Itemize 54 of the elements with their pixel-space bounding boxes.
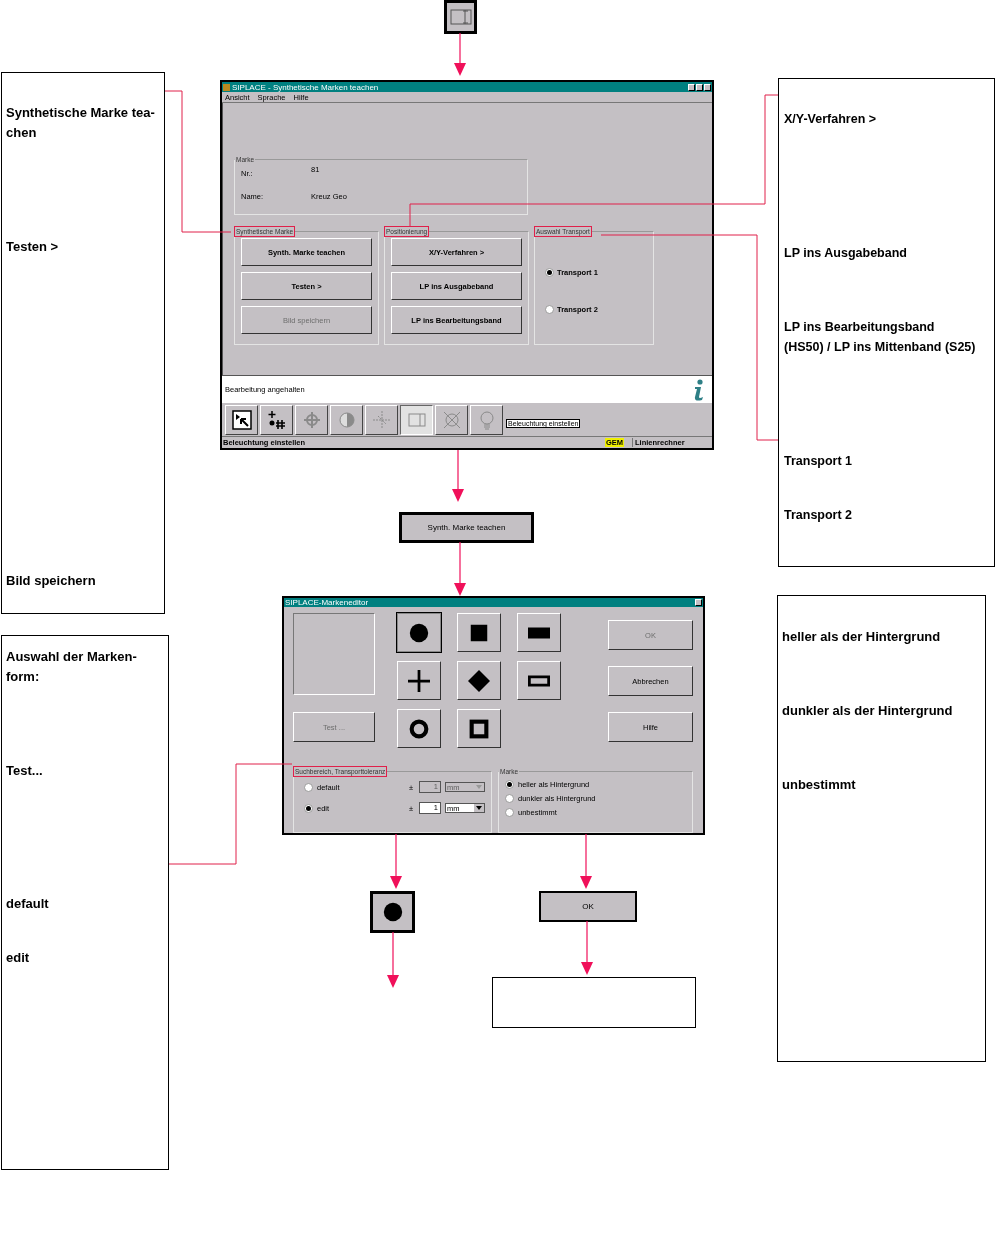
shade-icon — [336, 409, 357, 430]
flow-arrow — [387, 931, 399, 988]
dropdown-arrow-icon — [476, 806, 482, 810]
radio-button[interactable] — [304, 803, 313, 813]
frame-icon — [449, 9, 472, 25]
note-text: default — [6, 895, 50, 913]
maximize-button[interactable] — [696, 83, 703, 91]
note-text: LP ins Ausgabeband — [784, 245, 908, 262]
note-text: Bild speichern — [6, 572, 97, 590]
plus-shape-icon — [408, 669, 430, 692]
circle-shape-icon — [408, 621, 430, 644]
ring-shape-icon — [408, 717, 430, 740]
ok-button[interactable]: OK — [539, 891, 637, 922]
app-icon — [223, 83, 230, 91]
flow-arrow — [452, 449, 464, 502]
note-text: LP ins Bearbeitungsband (HS50) / LP ins Mittenband (S25) — [784, 319, 977, 356]
close-button[interactable] — [695, 599, 702, 606]
radio-button[interactable] — [505, 780, 514, 789]
flow-button[interactable]: Synth. Marke teachen — [399, 512, 534, 543]
radio-button[interactable] — [505, 794, 514, 803]
window-title: SIPLACE - Synthetische Marken teachen — [232, 82, 379, 92]
flow-arrow — [390, 833, 402, 889]
note-text: Synthetische Marke tea- chen — [6, 104, 156, 142]
diamond-shape-icon — [468, 669, 490, 692]
shape-button[interactable] — [370, 891, 415, 933]
close-button[interactable] — [704, 83, 711, 91]
note-text: unbestimmt — [782, 776, 857, 794]
minimize-button[interactable] — [688, 83, 695, 91]
flow-arrow — [454, 32, 466, 76]
circle-shape-icon — [381, 901, 404, 923]
note-text: edit — [6, 949, 31, 967]
note-text: X/Y-Verfahren > — [784, 111, 878, 128]
axes-icon — [371, 409, 392, 430]
window-title: SIPLACE-Markeneditor — [285, 598, 369, 607]
frame-tool-button[interactable] — [444, 0, 477, 34]
flow-arrow — [454, 541, 466, 596]
note-text: heller als der Hintergrund — [782, 628, 942, 646]
shape-button[interactable] — [397, 613, 441, 652]
note-text: Transport 1 — [784, 453, 854, 470]
dropdown-arrow-icon — [476, 785, 482, 789]
cross-icon — [441, 409, 462, 430]
note-text: Testen > — [6, 238, 60, 256]
radio-button[interactable] — [545, 268, 554, 277]
note-text: Auswahl der Marken- form: — [6, 648, 138, 686]
flow-arrow — [580, 833, 592, 889]
radio-button[interactable] — [545, 305, 554, 314]
crosshair-icon — [301, 409, 322, 430]
note-text: Test... — [6, 762, 44, 780]
note-text: Transport 2 — [784, 507, 854, 524]
note-text: dunkler als der Hintergrund — [782, 702, 954, 720]
radio-button[interactable] — [505, 808, 514, 817]
pointer-icon — [231, 409, 252, 430]
grid-icon — [266, 409, 287, 430]
flow-arrow — [581, 920, 593, 975]
